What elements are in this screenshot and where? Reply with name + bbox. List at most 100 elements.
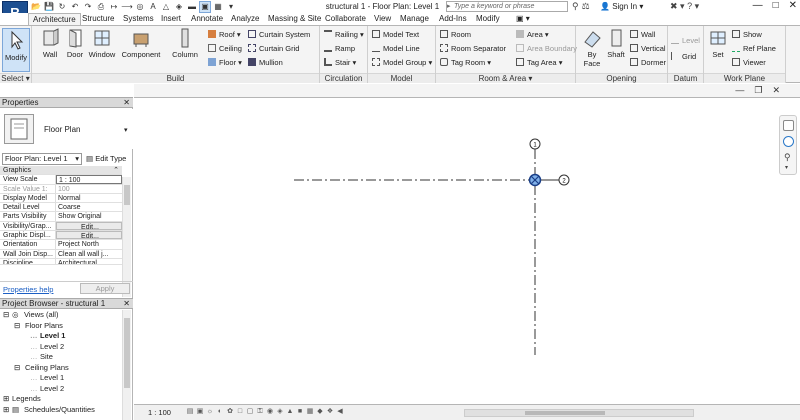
- tree-item-legends[interactable]: ⊞ Legends: [0, 394, 122, 405]
- tab-annotate[interactable]: Annotate: [191, 13, 223, 25]
- view-scale[interactable]: 1 : 100: [148, 408, 171, 417]
- worksharing-icon[interactable]: ▲: [286, 407, 294, 416]
- tree-item-ceiling-level-2[interactable]: … Level 2: [0, 384, 122, 395]
- property-value[interactable]: Project North: [56, 240, 122, 248]
- horizontal-scrollbar[interactable]: [464, 409, 694, 417]
- room-area-panel-label[interactable]: Room & Area ▾: [436, 73, 575, 83]
- model-text-button[interactable]: Model Text: [372, 30, 419, 39]
- grid-button[interactable]: Grid: [671, 52, 696, 61]
- tab-add-ins[interactable]: Add-Ins: [439, 13, 467, 25]
- type-selector[interactable]: Floor Plan ▾: [0, 109, 133, 149]
- component-button[interactable]: Component: [120, 28, 162, 59]
- modify-button[interactable]: Modify: [2, 28, 30, 72]
- tab-collaborate[interactable]: Collaborate: [325, 13, 366, 25]
- tree-item-site[interactable]: … Site: [0, 352, 122, 363]
- level-button[interactable]: Level: [671, 36, 700, 45]
- group-graphics[interactable]: Graphics ⌃: [0, 166, 122, 176]
- tree-item-floor-plans[interactable]: ⊟ Floor Plans: [0, 321, 122, 332]
- curtain-system-button[interactable]: Curtain System: [248, 30, 310, 39]
- visibility-edit-button[interactable]: Edit...: [56, 221, 122, 231]
- instance-filter-select[interactable]: Floor Plan: Level 1 ▾: [2, 153, 82, 165]
- close-icon[interactable]: ✕: [789, 0, 797, 11]
- close-project-browser-icon[interactable]: ✕: [123, 299, 130, 308]
- ribbon-options-icon[interactable]: ▣ ▾: [516, 13, 530, 25]
- property-value[interactable]: Show Original: [56, 212, 122, 220]
- stair-button[interactable]: Stair ▾: [324, 58, 356, 67]
- collapse-icon[interactable]: ⌃: [56, 166, 122, 174]
- tab-insert[interactable]: Insert: [161, 13, 181, 25]
- tag-room-button[interactable]: Tag Room ▾: [440, 58, 491, 67]
- highlight-displacement-icon[interactable]: ◆: [316, 407, 324, 416]
- zoom-icon[interactable]: ⚲: [784, 152, 791, 163]
- tab-architecture[interactable]: Architecture: [28, 13, 81, 25]
- railing-button[interactable]: Railing ▾: [324, 30, 364, 39]
- set-button[interactable]: Set: [707, 28, 729, 59]
- ceiling-button[interactable]: Ceiling: [208, 44, 242, 53]
- collapse-icon[interactable]: ⊟: [3, 310, 9, 320]
- area-boundary-button[interactable]: Area Boundary: [516, 44, 577, 53]
- scrollbar-thumb[interactable]: [525, 411, 605, 415]
- tab-modify[interactable]: Modify: [476, 13, 500, 25]
- curtain-grid-button[interactable]: Curtain Grid: [248, 44, 299, 53]
- ramp-button[interactable]: Ramp: [324, 44, 355, 53]
- shaft-button[interactable]: Shaft: [604, 28, 628, 59]
- edit-type-button[interactable]: ▤ Edit Type: [86, 154, 126, 163]
- dormer-button[interactable]: Dormer: [630, 58, 666, 67]
- tree-item-views[interactable]: ⊟ ◎ Views (all): [0, 310, 122, 321]
- collapse-bar-icon[interactable]: ◀: [336, 407, 344, 416]
- scrollbar-thumb[interactable]: [124, 318, 130, 388]
- crop-region-icon[interactable]: ▢: [246, 407, 254, 416]
- wall-opening-button[interactable]: Wall: [630, 30, 655, 39]
- tab-structure[interactable]: Structure: [82, 13, 114, 25]
- vertical-opening-button[interactable]: Vertical: [630, 44, 666, 53]
- tab-massing-site[interactable]: Massing & Site: [268, 13, 321, 25]
- floor-button[interactable]: Floor ▾: [208, 58, 242, 67]
- steering-wheel-icon[interactable]: [783, 136, 794, 147]
- column-button[interactable]: Column: [170, 28, 200, 59]
- view-cube-icon[interactable]: [783, 120, 794, 131]
- tab-analyze[interactable]: Analyze: [231, 13, 259, 25]
- show-button[interactable]: Show: [732, 30, 762, 39]
- crop-view-icon[interactable]: □: [236, 407, 244, 416]
- area-button[interactable]: Area ▾: [516, 30, 549, 39]
- room-button[interactable]: Room: [440, 30, 471, 39]
- select-panel-label[interactable]: Select ▾: [0, 73, 31, 83]
- property-value[interactable]: Coarse: [56, 203, 122, 211]
- scrollbar-thumb[interactable]: [124, 185, 130, 205]
- help-button[interactable]: ✖ ▾ ? ▾: [670, 1, 699, 12]
- render-icon[interactable]: ✿: [226, 407, 234, 416]
- subscription-icon[interactable]: ⚖: [582, 1, 590, 12]
- view-minimize-icon[interactable]: —: [735, 85, 744, 96]
- reveal-constraints-icon[interactable]: ❖: [326, 407, 334, 416]
- mullion-button[interactable]: Mullion: [248, 58, 283, 67]
- reveal-hidden-icon[interactable]: ◈: [276, 407, 284, 416]
- model-group-button[interactable]: Model Group ▾: [372, 58, 432, 67]
- search-input[interactable]: ▸ Type a keyword or phrase: [446, 1, 568, 12]
- expand-icon[interactable]: ⊞: [3, 405, 9, 415]
- property-value[interactable]: Clean all wall j...: [56, 250, 122, 258]
- tree-item-floor-level-2[interactable]: … Level 2: [0, 342, 122, 353]
- tab-manage[interactable]: Manage: [400, 13, 429, 25]
- wall-button[interactable]: Wall: [38, 28, 62, 59]
- roof-button[interactable]: Roof ▾: [208, 30, 241, 39]
- expand-icon[interactable]: ⊞: [3, 394, 9, 404]
- room-separator-button[interactable]: Room Separator: [440, 44, 506, 53]
- navbar-options-icon[interactable]: ▾: [785, 164, 788, 171]
- tree-item-ceiling-plans[interactable]: ⊟ Ceiling Plans: [0, 363, 122, 374]
- minimize-icon[interactable]: —: [753, 0, 763, 11]
- view-scale-input[interactable]: 1 : 100: [56, 175, 122, 184]
- close-properties-icon[interactable]: ✕: [123, 98, 130, 107]
- detail-level-icon[interactable]: ▤: [186, 407, 194, 416]
- by-face-button[interactable]: By Face: [580, 28, 604, 68]
- tree-item-floor-level-1[interactable]: … Level 1: [0, 331, 122, 342]
- search-icon[interactable]: ⚲: [572, 1, 579, 12]
- view-restore-icon[interactable]: ❐: [754, 85, 762, 96]
- ref-plane-button[interactable]: Ref Plane: [732, 44, 776, 53]
- unlock-3d-icon[interactable]: ⚿: [256, 407, 264, 416]
- properties-help-link[interactable]: Properties help: [3, 285, 53, 294]
- maximize-icon[interactable]: □: [773, 0, 779, 11]
- collapse-icon[interactable]: ⊟: [14, 321, 20, 331]
- property-value[interactable]: Normal: [56, 194, 122, 202]
- window-button[interactable]: Window: [87, 28, 117, 59]
- model-line-button[interactable]: Model Line: [372, 44, 420, 53]
